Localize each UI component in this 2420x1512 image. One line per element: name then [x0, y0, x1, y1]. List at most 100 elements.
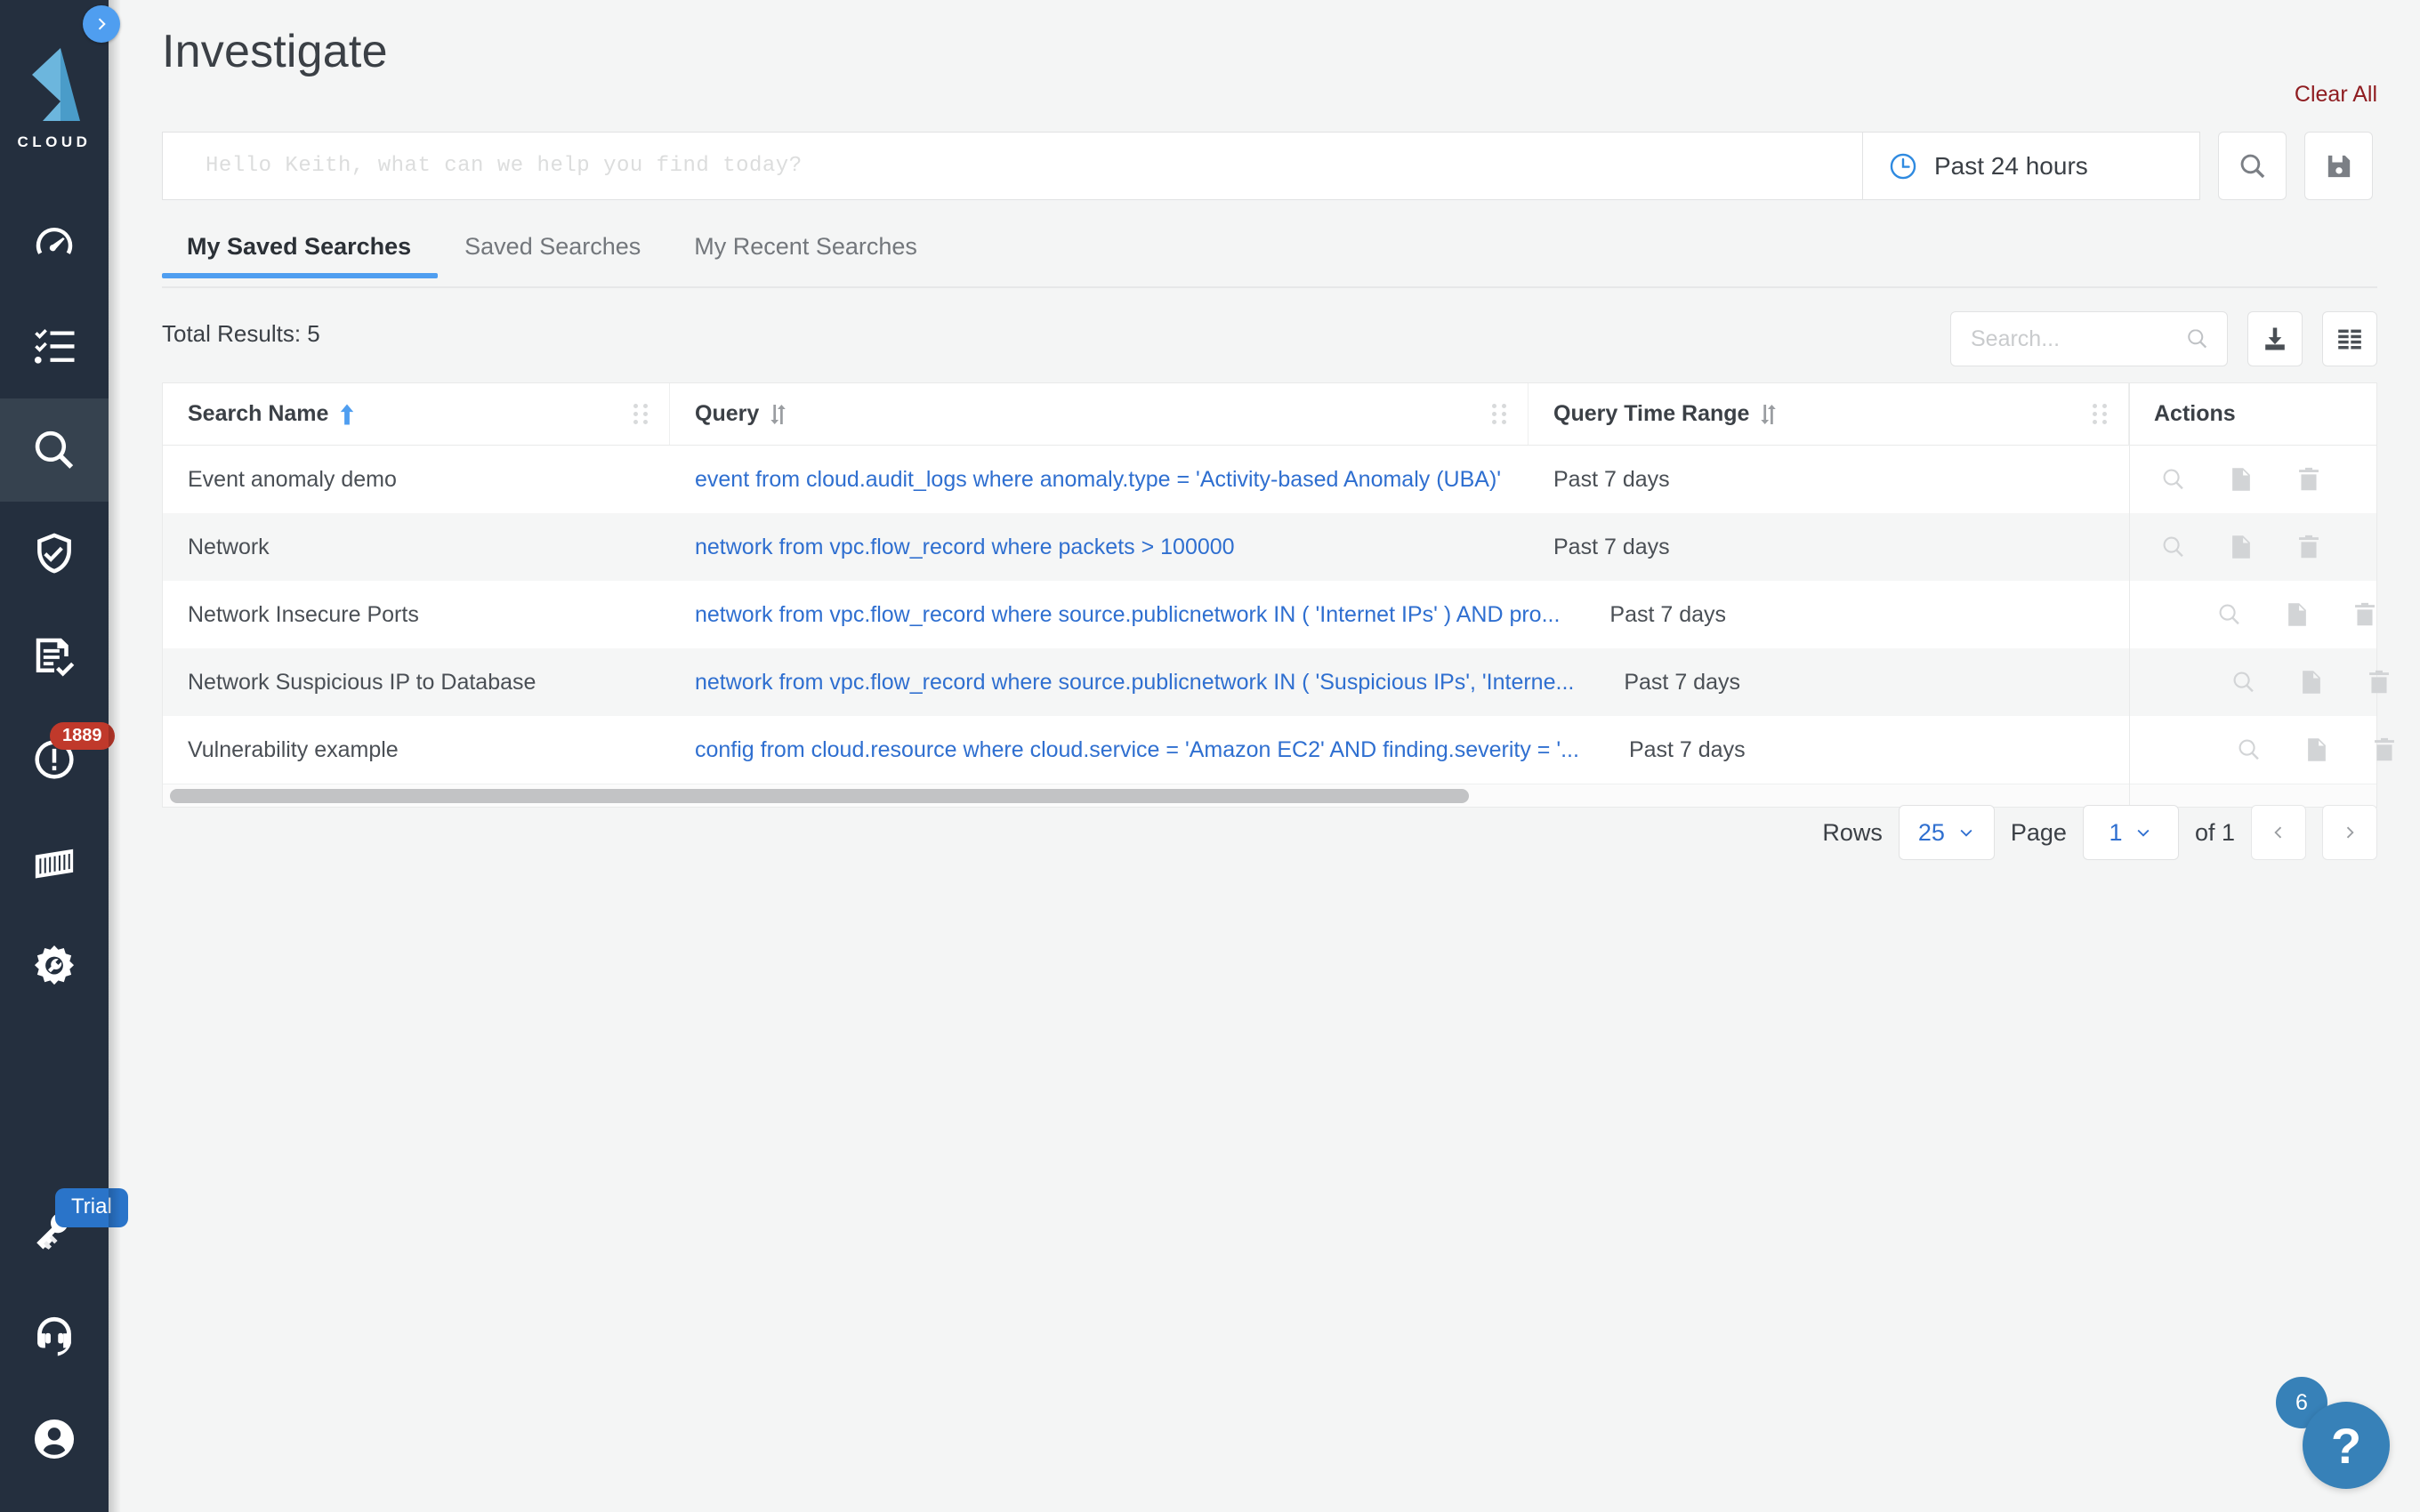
column-label: Query Time Range	[1553, 401, 1750, 426]
cell-query-time-range: Past 7 days	[1553, 466, 1670, 492]
table-row[interactable]: Event anomaly demo event from cloud.audi…	[163, 446, 2376, 513]
trash-icon[interactable]	[2295, 533, 2323, 561]
cell-actions	[2185, 581, 2404, 648]
cell-query[interactable]: network from vpc.flow_record where packe…	[670, 513, 1529, 581]
previous-page-button[interactable]	[2251, 805, 2306, 860]
column-header-search-name[interactable]: Search Name	[163, 383, 670, 445]
magnifier-icon[interactable]	[2159, 465, 2188, 494]
file-plus-icon[interactable]	[2227, 533, 2255, 561]
page-number-select[interactable]: 1	[2082, 805, 2179, 860]
checklist-icon	[34, 328, 75, 364]
save-search-button[interactable]	[2304, 132, 2373, 200]
magnifier-icon[interactable]	[2159, 533, 2188, 561]
tab-my-saved-searches[interactable]: My Saved Searches	[162, 233, 439, 278]
file-plus-icon[interactable]	[2297, 668, 2326, 696]
chevron-left-icon	[2274, 826, 2282, 839]
sort-updown-icon	[770, 404, 786, 424]
sidebar-item-settings[interactable]	[0, 914, 109, 1017]
pagination: Rows 25 Page 1 of 1	[1822, 805, 2377, 860]
sidebar-item-investigate[interactable]	[0, 398, 109, 502]
saved-searches-table: Search Name Query Query Time Range Actio…	[162, 382, 2394, 808]
sidebar-item-compliance[interactable]	[0, 502, 109, 605]
chevron-down-icon	[1960, 829, 1972, 837]
download-button[interactable]	[2247, 311, 2303, 366]
cloud-logo-icon	[31, 48, 80, 121]
sidebar-item-profile[interactable]	[0, 1387, 109, 1491]
time-range-selector[interactable]: Past 24 hours	[1862, 132, 2200, 200]
sidebar-item-containers[interactable]	[0, 811, 109, 914]
column-header-query[interactable]: Query	[670, 383, 1529, 445]
column-resize-grip[interactable]	[1492, 404, 1508, 424]
tab-saved-searches[interactable]: Saved Searches	[438, 233, 667, 278]
column-label: Search Name	[188, 401, 329, 426]
file-plus-icon[interactable]	[2227, 465, 2255, 494]
table-row[interactable]: Network network from vpc.flow_record whe…	[163, 513, 2376, 581]
tab-bar-divider	[162, 286, 2377, 288]
sidebar-item-alerts[interactable]: 1889	[0, 708, 115, 811]
tab-my-recent-searches[interactable]: My Recent Searches	[667, 233, 944, 278]
scrollbar-thumb[interactable]	[170, 788, 1469, 803]
column-resize-grip[interactable]	[633, 404, 649, 424]
table-row[interactable]: Network Insecure Ports network from vpc.…	[163, 581, 2376, 648]
page-number-value: 1	[2109, 818, 2123, 846]
table-horizontal-scrollbar[interactable]	[163, 784, 2376, 807]
question-mark-icon[interactable]: ?	[2303, 1402, 2390, 1489]
page-label: Page	[2010, 818, 2067, 846]
document-check-icon	[36, 638, 75, 677]
next-page-button[interactable]	[2322, 805, 2377, 860]
sort-updown-icon	[1761, 404, 1777, 424]
cell-actions	[2199, 648, 2418, 716]
column-resize-grip[interactable]	[2093, 404, 2109, 424]
file-plus-icon[interactable]	[2283, 600, 2311, 629]
sidebar: CLOUD 1889 Trial	[0, 0, 128, 1512]
sidebar-collapse-button[interactable]	[83, 5, 120, 43]
clear-all-link[interactable]: Clear All	[2295, 82, 2377, 108]
column-layout-icon	[2338, 329, 2361, 350]
tab-label: My Recent Searches	[694, 233, 917, 260]
cell-query[interactable]: network from vpc.flow_record where sourc…	[670, 581, 1585, 648]
speedometer-icon	[36, 228, 73, 254]
sidebar-item-policies[interactable]	[0, 605, 109, 708]
column-label: Query	[695, 401, 760, 426]
clock-icon	[1890, 153, 1916, 179]
magnifier-icon[interactable]	[2235, 736, 2263, 764]
rows-label: Rows	[1822, 818, 1883, 846]
column-header-actions: Actions	[2129, 383, 2376, 445]
trash-icon[interactable]	[2295, 465, 2323, 494]
column-layout-button[interactable]	[2322, 311, 2377, 366]
magnifier-icon[interactable]	[2230, 668, 2258, 696]
query-input[interactable]: Hello Keith, what can we help you find t…	[162, 132, 1862, 200]
table-search-input[interactable]: Search...	[1950, 311, 2228, 366]
sidebar-item-dashboard[interactable]	[0, 192, 109, 295]
cell-search-name: Network	[188, 534, 270, 559]
chevron-right-icon	[98, 18, 106, 30]
cell-query-time-range: Past 7 days	[1553, 534, 1670, 559]
magnifier-icon[interactable]	[2215, 600, 2244, 629]
table-row[interactable]: Vulnerability example config from cloud.…	[163, 716, 2394, 784]
rows-per-page-select[interactable]: 25	[1898, 805, 1995, 860]
user-circle-icon	[34, 1419, 75, 1460]
trial-pill: Trial	[55, 1188, 128, 1227]
main-content: Investigate Clear All Hello Keith, what …	[109, 0, 2420, 1512]
arrow-up-icon	[341, 403, 354, 425]
cell-query[interactable]: config from cloud.resource where cloud.s…	[670, 716, 1604, 784]
column-header-query-time-range[interactable]: Query Time Range	[1529, 383, 2129, 445]
cell-search-name: Network Suspicious IP to Database	[188, 669, 536, 695]
run-search-button[interactable]	[2218, 132, 2287, 200]
cell-query[interactable]: network from vpc.flow_record where sourc…	[670, 648, 1599, 716]
brand-logo[interactable]: CLOUD	[18, 46, 92, 151]
trash-icon[interactable]	[2370, 736, 2399, 764]
sidebar-item-licensing[interactable]: Trial	[0, 1181, 128, 1284]
cell-query[interactable]: event from cloud.audit_logs where anomal…	[670, 446, 1529, 513]
trash-icon[interactable]	[2351, 600, 2379, 629]
trash-icon[interactable]	[2365, 668, 2393, 696]
cell-actions	[2129, 513, 2376, 581]
table-search-placeholder: Search...	[1971, 326, 2061, 351]
table-row[interactable]: Network Suspicious IP to Database networ…	[163, 648, 2390, 716]
help-bubble[interactable]: 6 ?	[2276, 1375, 2390, 1489]
shield-check-icon	[37, 533, 71, 574]
sidebar-item-inventory[interactable]	[0, 295, 109, 398]
file-plus-icon[interactable]	[2303, 736, 2331, 764]
download-icon	[2265, 327, 2285, 350]
sidebar-item-support[interactable]	[0, 1284, 109, 1387]
